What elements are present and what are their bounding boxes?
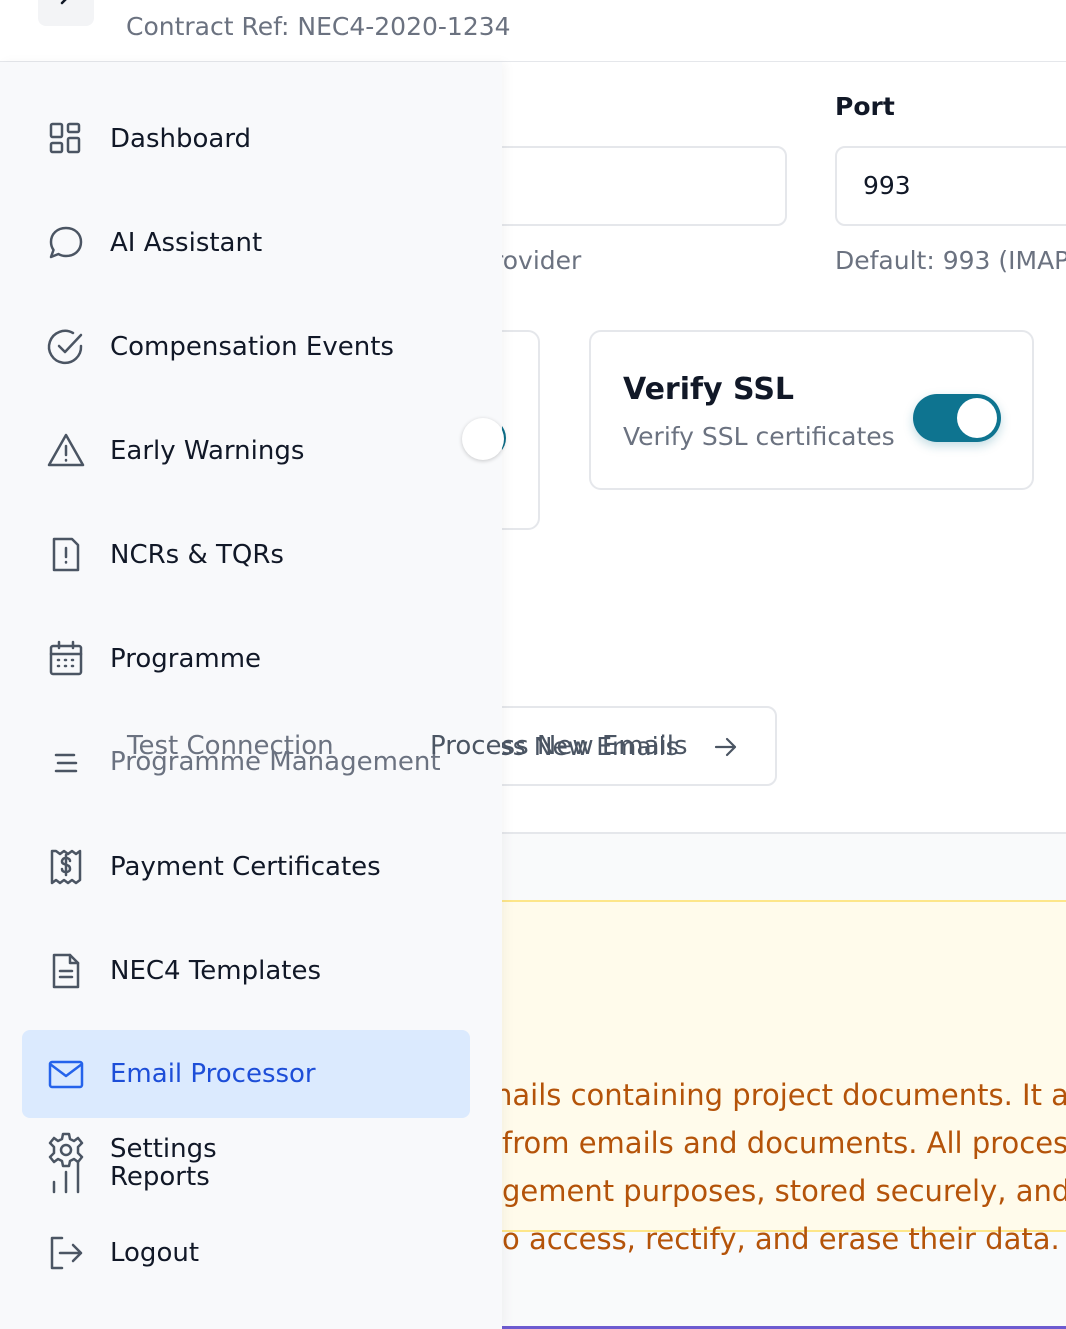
notice-line: from emails and documents. All process bbox=[502, 1126, 1066, 1160]
contract-ref: Contract Ref: NEC4-2020-1234 bbox=[126, 12, 511, 41]
bar-chart-icon bbox=[52, 1160, 80, 1194]
document-icon bbox=[52, 953, 80, 989]
test-connection-overlay-label: Test Connection bbox=[127, 731, 334, 761]
verify-ssl-card: Verify SSL Verify SSL certificates bbox=[589, 330, 1034, 490]
sidebar-item-early-warnings[interactable]: Early Warnings bbox=[22, 407, 470, 495]
toggle-knob bbox=[462, 418, 504, 460]
process-new-emails-overlay-label: Process New Emails bbox=[430, 731, 688, 761]
notice-line: nails containing project documents. It a… bbox=[494, 1078, 1066, 1112]
warning-icon bbox=[47, 433, 85, 467]
alert-file-icon bbox=[52, 537, 80, 572]
sidebar-item-label: Programme bbox=[110, 644, 262, 674]
notice-line: gement purposes, stored securely, and c bbox=[502, 1174, 1066, 1208]
dashboard-icon bbox=[49, 122, 81, 154]
sidebar-item-label: Reports bbox=[110, 1162, 210, 1192]
chat-icon bbox=[49, 226, 83, 259]
logout-icon bbox=[50, 1236, 83, 1270]
notice-line: o access, rectify, and erase their data. bbox=[502, 1222, 1060, 1256]
sidebar-item-ncrs-tqrs[interactable]: NCRs & TQRs bbox=[22, 511, 470, 599]
back-button[interactable] bbox=[38, 0, 94, 26]
sidebar-item-ai-assistant[interactable]: AI Assistant bbox=[22, 199, 470, 287]
sidebar-item-logout[interactable]: Logout bbox=[22, 1209, 470, 1297]
sidebar-item-label: AI Assistant bbox=[110, 228, 263, 258]
verify-ssl-title: Verify SSL bbox=[623, 372, 795, 407]
sidebar-item-email-processor[interactable]: Email Processor bbox=[22, 1030, 470, 1118]
sidebar-item-label: NCRs & TQRs bbox=[110, 540, 284, 570]
sidebar-item-programme[interactable]: Programme bbox=[22, 615, 470, 703]
sidebar-item-label: Email Processor bbox=[110, 1059, 316, 1089]
port-input[interactable]: 993 bbox=[835, 146, 1066, 226]
chevron-left-icon bbox=[60, 0, 67, 5]
sidebar-item-reports[interactable]: Reports bbox=[22, 1152, 470, 1198]
sidebar-item-label: Dashboard bbox=[110, 124, 252, 154]
sidebar-item-compensation-events[interactable]: Compensation Events bbox=[22, 303, 470, 391]
sidebar-item-label: Early Warnings bbox=[110, 436, 305, 466]
arrow-right-icon bbox=[714, 737, 737, 757]
port-hint: Default: 993 (IMAP bbox=[835, 246, 1066, 275]
sidebar-item-label: Payment Certificates bbox=[110, 852, 381, 882]
sidebar-item-label: Logout bbox=[110, 1238, 200, 1268]
mail-icon bbox=[48, 1060, 84, 1089]
sidebar-item-dashboard[interactable]: Dashboard bbox=[22, 95, 470, 183]
sidebar-item-nec4-templates[interactable]: NEC4 Templates bbox=[22, 927, 470, 1015]
receipt-icon bbox=[50, 849, 82, 885]
toggle-knob bbox=[957, 398, 997, 438]
list-icon bbox=[54, 753, 78, 773]
sidebar-item-label: Compensation Events bbox=[110, 332, 394, 362]
port-label: Port bbox=[835, 92, 895, 121]
sidebar-item-label: NEC4 Templates bbox=[110, 956, 322, 986]
verify-ssl-description: Verify SSL certificates bbox=[623, 422, 895, 451]
sidebar-item-payment-certificates[interactable]: Payment Certificates bbox=[22, 823, 470, 911]
calendar-icon bbox=[49, 640, 83, 676]
check-circle-icon bbox=[47, 329, 83, 365]
sidebar: Dashboard AI Assistant Compensation Even… bbox=[0, 62, 502, 1329]
page-header: Contract Ref: NEC4-2020-1234 bbox=[0, 0, 1066, 62]
verify-ssl-toggle[interactable] bbox=[913, 394, 1001, 442]
